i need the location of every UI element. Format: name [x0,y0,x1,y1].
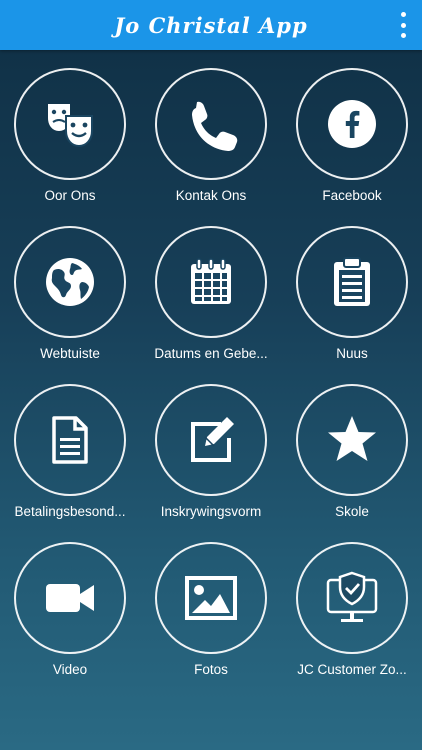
tile-video[interactable]: Video [0,542,141,700]
tile-facebook[interactable]: Facebook [282,68,422,226]
menu-grid: Oor Ons Kontak Ons Facebook Webtuiste Da… [0,68,422,700]
tile-datums[interactable]: Datums en Gebe... [141,226,282,384]
tile-label: JC Customer Zo... [297,662,407,677]
tile-label: Webtuiste [40,346,100,361]
theater-masks-icon [48,104,93,148]
calendar-icon [191,258,231,304]
document-icon [52,416,88,464]
tile-ring [155,226,267,338]
tile-ring [14,226,126,338]
menu-dot-icon [400,22,406,28]
tile-kontak-ons[interactable]: Kontak Ons [141,68,282,226]
app-title: Jo Christal App [114,12,308,38]
tile-inskrywingsvorm[interactable]: Inskrywingsvorm [141,384,282,542]
star-icon [328,416,376,461]
tile-label: Inskrywingsvorm [160,504,262,519]
phone-icon [192,101,238,151]
tile-betalings[interactable]: Betalingsbesond... [0,384,141,542]
tile-label: Datums en Gebe... [154,346,268,361]
facebook-icon [328,100,376,148]
tile-nuus[interactable]: Nuus [282,226,422,384]
tile-label: Betalingsbesond... [14,504,126,519]
image-icon [185,576,237,620]
globe-icon [46,258,94,306]
tile-label: Skole [335,504,369,519]
tile-ring [155,542,267,654]
tile-skole[interactable]: Skole [282,384,422,542]
tile-ring [14,542,126,654]
tile-fotos[interactable]: Fotos [141,542,282,700]
tile-label: Video [52,662,88,677]
tile-ring [14,384,126,496]
tile-label: Nuus [336,346,368,361]
tile-ring [14,68,126,180]
tile-oor-ons[interactable]: Oor Ons [0,68,141,226]
tile-jc-customer[interactable]: JC Customer Zo... [282,542,422,700]
tile-ring [296,68,408,180]
tile-webtuiste[interactable]: Webtuiste [0,226,141,384]
tile-label: Facebook [322,188,382,203]
shield-monitor-icon [326,571,378,622]
tile-ring [155,68,267,180]
app-header: Jo Christal App [0,0,422,50]
tile-label: Oor Ons [44,188,96,203]
tile-label: Kontak Ons [175,188,247,203]
overflow-menu-button[interactable] [398,12,408,38]
tile-ring [296,542,408,654]
tile-ring [296,226,408,338]
menu-dot-icon [400,12,406,17]
tile-ring [296,384,408,496]
menu-dot-icon [400,33,406,38]
clipboard-icon [334,257,370,306]
edit-icon [191,417,234,462]
tile-ring [155,384,267,496]
video-camera-icon [46,584,94,612]
tile-label: Fotos [194,662,228,677]
